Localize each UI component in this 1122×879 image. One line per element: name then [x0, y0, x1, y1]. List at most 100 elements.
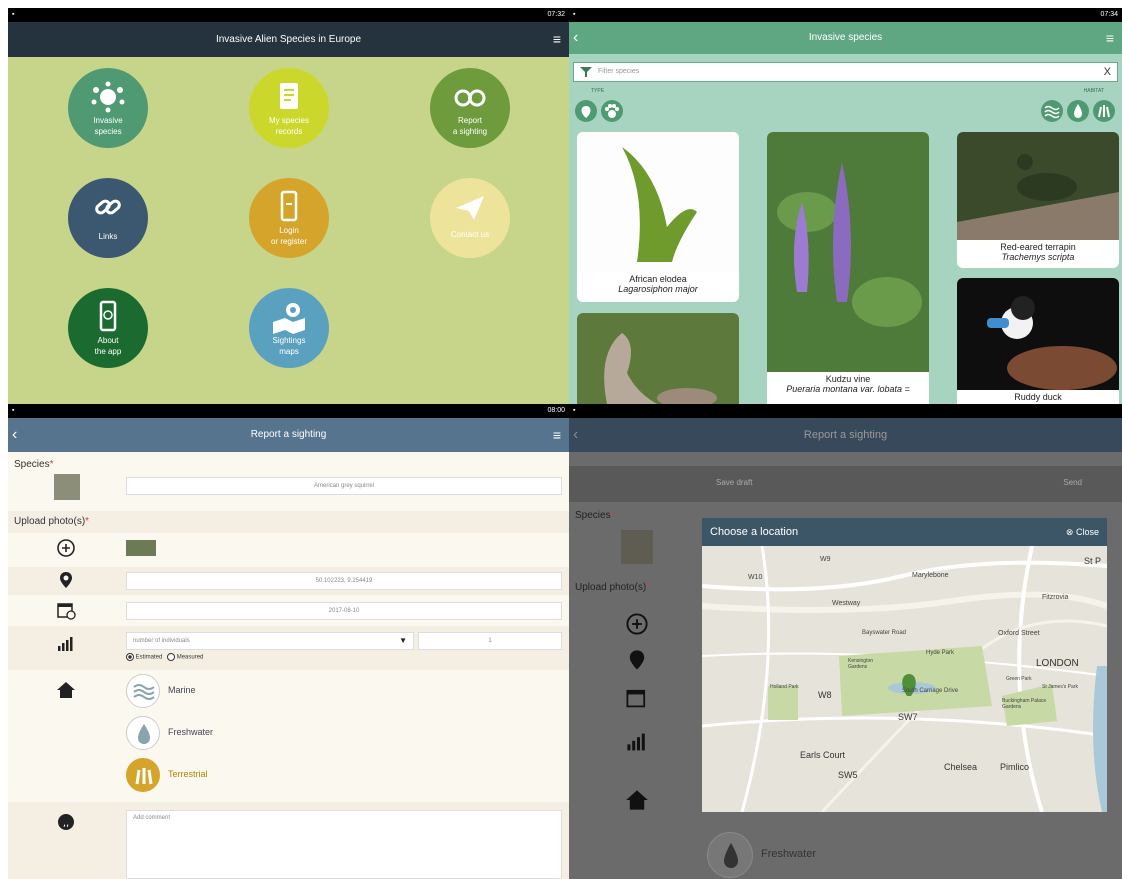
map-canvas[interactable]	[702, 546, 1107, 812]
species-photo	[957, 278, 1119, 390]
location-pin-icon	[629, 650, 645, 670]
marine-habitat-chip[interactable]	[1041, 100, 1063, 122]
count-select[interactable]: number of individuals ▼	[126, 632, 414, 650]
species-photo	[767, 132, 929, 372]
app-title: Invasive Alien Species in Europe	[215, 34, 362, 45]
species-photo	[577, 132, 739, 272]
drop-icon	[1074, 104, 1082, 118]
close-button[interactable]: ⊗ Close	[1066, 518, 1099, 546]
terrestrial-option[interactable]	[126, 758, 160, 792]
plant-type-chip[interactable]	[575, 100, 597, 122]
phone-icon	[280, 190, 298, 222]
clipboard-icon	[280, 83, 298, 109]
tile-report-sighting[interactable]: Report a sighting	[430, 68, 510, 148]
location-field[interactable]: 50.102223, 9.254419	[126, 572, 562, 590]
date-field[interactable]: 2017-08-10	[126, 602, 562, 620]
save-draft-button[interactable]: Save draft	[716, 478, 752, 487]
photo-thumbnail[interactable]	[126, 540, 156, 556]
status-bar: ▪ 07:32	[8, 8, 569, 22]
clear-filter-button[interactable]: X	[1104, 63, 1111, 81]
species-title: Invasive species	[808, 32, 883, 43]
comment-bubble-icon: ,,	[58, 814, 74, 830]
add-photo-icon[interactable]	[56, 538, 76, 558]
send-button[interactable]: Send	[1063, 478, 1082, 487]
home-habitat-icon	[57, 682, 75, 698]
status-time: 08:00	[547, 407, 565, 414]
marine-option[interactable]	[126, 674, 160, 708]
status-bar: ▪ 08:00	[8, 404, 569, 418]
freshwater-label: Freshwater	[168, 727, 214, 737]
freshwater-option[interactable]	[126, 716, 160, 750]
count-input[interactable]: 1	[418, 632, 562, 650]
report-screen: ▪ 08:00 ‹ Report a sighting ≡ Species* A…	[8, 404, 569, 879]
species-screen: ▪ 07:34 ‹ Invasive species ≡ Filter spec…	[569, 8, 1122, 404]
menu-icon[interactable]: ≡	[553, 22, 561, 57]
measure-radio-group: Estimated Measured	[126, 653, 203, 661]
estimated-radio[interactable]	[126, 653, 134, 661]
tile-invasive-species[interactable]: Invasive species	[68, 68, 148, 148]
terrestrial-habitat-chip[interactable]	[1093, 100, 1115, 122]
species-thumbnail	[621, 530, 653, 564]
measured-radio[interactable]	[167, 653, 176, 661]
species-card[interactable]: Kudzu vine Pueraria montana var. lobata …	[767, 132, 929, 404]
species-card[interactable]: African elodea Lagarosiphon major	[577, 132, 739, 302]
binoculars-icon	[454, 89, 486, 107]
species-field[interactable]: American grey squirrel	[126, 477, 562, 495]
back-chevron-icon[interactable]: ‹	[573, 22, 578, 54]
signal-bars-icon	[627, 733, 645, 751]
app-header: Invasive Alien Species in Europe ≡	[8, 22, 569, 57]
tile-about-app[interactable]: About the app	[68, 288, 148, 368]
tile-login-register[interactable]: Login or register	[249, 178, 329, 258]
species-card[interactable]	[577, 313, 739, 404]
drop-icon	[138, 724, 150, 744]
tile-links[interactable]: Links	[68, 178, 148, 258]
home-screen: ▪ 07:32 Invasive Alien Species in Europe…	[8, 8, 569, 404]
animal-type-chip[interactable]	[601, 100, 623, 122]
notification-icon: ▪	[573, 407, 576, 414]
filter-species-input[interactable]: Filter species X	[573, 62, 1118, 82]
tile-contact-us[interactable]: Contact us	[430, 178, 510, 258]
waves-icon	[1044, 105, 1060, 119]
menu-icon[interactable]: ≡	[1106, 22, 1114, 54]
choose-location-dialog: Choose a location ⊗ Close W9 Marylebone …	[702, 518, 1107, 812]
species-photo	[577, 313, 739, 404]
freshwater-label: Freshwater	[761, 848, 817, 860]
species-thumbnail	[54, 474, 80, 500]
species-card[interactable]: Ruddy duck	[957, 278, 1119, 404]
type-label: TYPE	[591, 88, 605, 94]
comment-textarea[interactable]: Add comment	[126, 810, 562, 879]
freshwater-option[interactable]	[707, 832, 753, 878]
calendar-icon	[626, 689, 646, 708]
location-pin-icon	[60, 572, 72, 588]
upload-band	[8, 511, 569, 533]
report-header: ‹ Report a sighting ≡	[8, 418, 569, 452]
marine-label: Marine	[168, 685, 196, 695]
back-chevron-icon[interactable]: ‹	[12, 418, 17, 452]
funnel-icon	[580, 67, 592, 77]
species-photo	[957, 132, 1119, 240]
habitat-label: HABITAT	[1083, 88, 1104, 94]
map-pin-icon	[273, 303, 305, 334]
species-label: Species*	[575, 510, 615, 521]
report-title: Report a sighting	[803, 429, 888, 441]
status-bar: ▪	[569, 404, 1122, 418]
virus-icon	[91, 81, 125, 113]
freshwater-habitat-chip[interactable]	[1067, 100, 1089, 122]
location-marker-icon[interactable]	[900, 648, 918, 670]
dialog-header: Choose a location ⊗ Close	[702, 518, 1107, 546]
notification-icon: ▪	[573, 11, 576, 18]
tile-sightings-maps[interactable]: Sightings maps	[249, 288, 329, 368]
upload-label: Upload photo(s)*	[14, 516, 90, 527]
add-photo-icon[interactable]	[625, 612, 649, 636]
link-icon	[95, 199, 121, 215]
drop-icon	[724, 843, 738, 868]
species-card[interactable]: Red-eared terrapin Trachemys scripta	[957, 132, 1119, 268]
tile-my-species-records[interactable]: My species records	[249, 68, 329, 148]
report-title: Report a sighting	[250, 429, 327, 440]
status-time: 07:34	[1100, 11, 1118, 18]
menu-icon[interactable]: ≡	[553, 418, 561, 452]
grass-icon	[135, 768, 153, 785]
paw-icon	[605, 104, 619, 118]
back-chevron-icon[interactable]: ‹	[573, 418, 578, 452]
status-time: 07:32	[547, 11, 565, 18]
